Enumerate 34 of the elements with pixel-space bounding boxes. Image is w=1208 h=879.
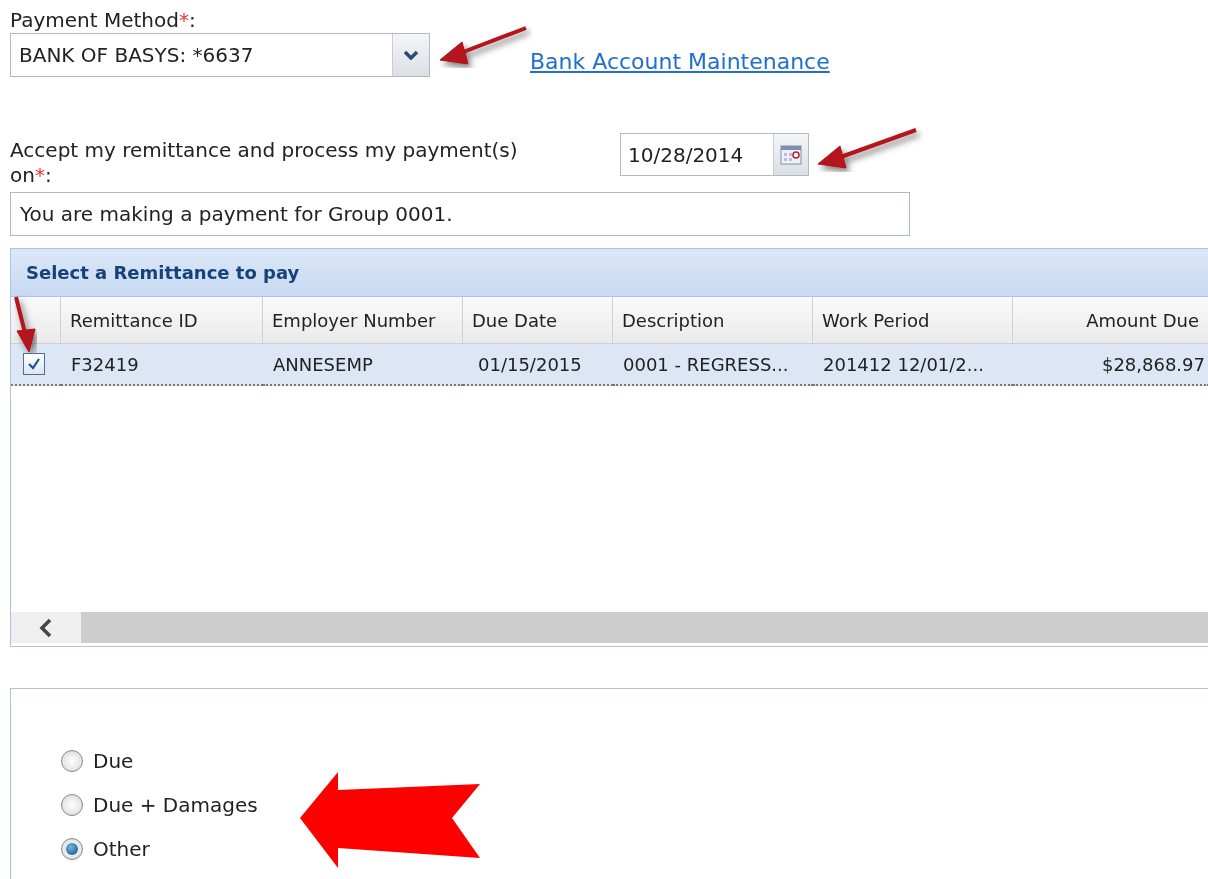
column-header[interactable]: Employer Number xyxy=(263,297,463,344)
horizontal-scrollbar[interactable] xyxy=(81,612,1208,643)
radio-button[interactable] xyxy=(61,794,83,816)
grid-title: Select a Remittance to pay xyxy=(11,249,1208,297)
calendar-button[interactable] xyxy=(773,134,808,175)
column-header[interactable]: Amount Due xyxy=(1013,297,1208,344)
scroll-left-button[interactable] xyxy=(11,612,81,643)
chevron-down-icon xyxy=(403,50,419,60)
table-cell: 201412 12/01/2... xyxy=(813,344,1013,386)
bank-account-link[interactable]: Bank Account Maintenance xyxy=(530,45,830,78)
table-cell: $28,868.97 xyxy=(1013,344,1208,386)
check-icon xyxy=(27,357,41,371)
row-checkbox[interactable] xyxy=(23,353,45,375)
table-row[interactable]: F32419 ANNESEMP 01/15/2015 0001 - REGRESS... 201412 12/01/2... $28,868.97 xyxy=(11,344,1208,386)
radio-label[interactable]: Due + Damages xyxy=(93,790,258,820)
table-cell: F32419 xyxy=(61,344,263,386)
payment-method-dropdown[interactable]: BANK OF BASYS: *6637 xyxy=(10,33,430,77)
column-header[interactable]: Description xyxy=(613,297,813,344)
column-header[interactable]: Remittance ID xyxy=(61,297,263,344)
chevron-left-icon xyxy=(39,617,53,638)
column-header[interactable]: Due Date xyxy=(463,297,613,344)
field-label: Payment Method*: xyxy=(10,8,197,33)
info-message: You are making a payment for Group 0001. xyxy=(10,192,910,236)
table-cell: 01/15/2015 xyxy=(463,344,613,386)
radio-button[interactable] xyxy=(61,838,83,860)
column-header[interactable]: Work Period xyxy=(813,297,1013,344)
radio-button[interactable] xyxy=(61,750,83,772)
field-label: Accept my remittance and process my payment(s) on*: xyxy=(10,138,519,188)
table-cell: ANNESEMP xyxy=(263,344,463,386)
table-cell: 0001 - REGRESS... xyxy=(613,344,813,386)
date-field[interactable]: 10/28/2014 xyxy=(620,133,809,176)
calendar-icon xyxy=(780,144,802,165)
radio-label[interactable]: Other xyxy=(93,834,150,864)
radio-label[interactable]: Due xyxy=(93,746,134,776)
